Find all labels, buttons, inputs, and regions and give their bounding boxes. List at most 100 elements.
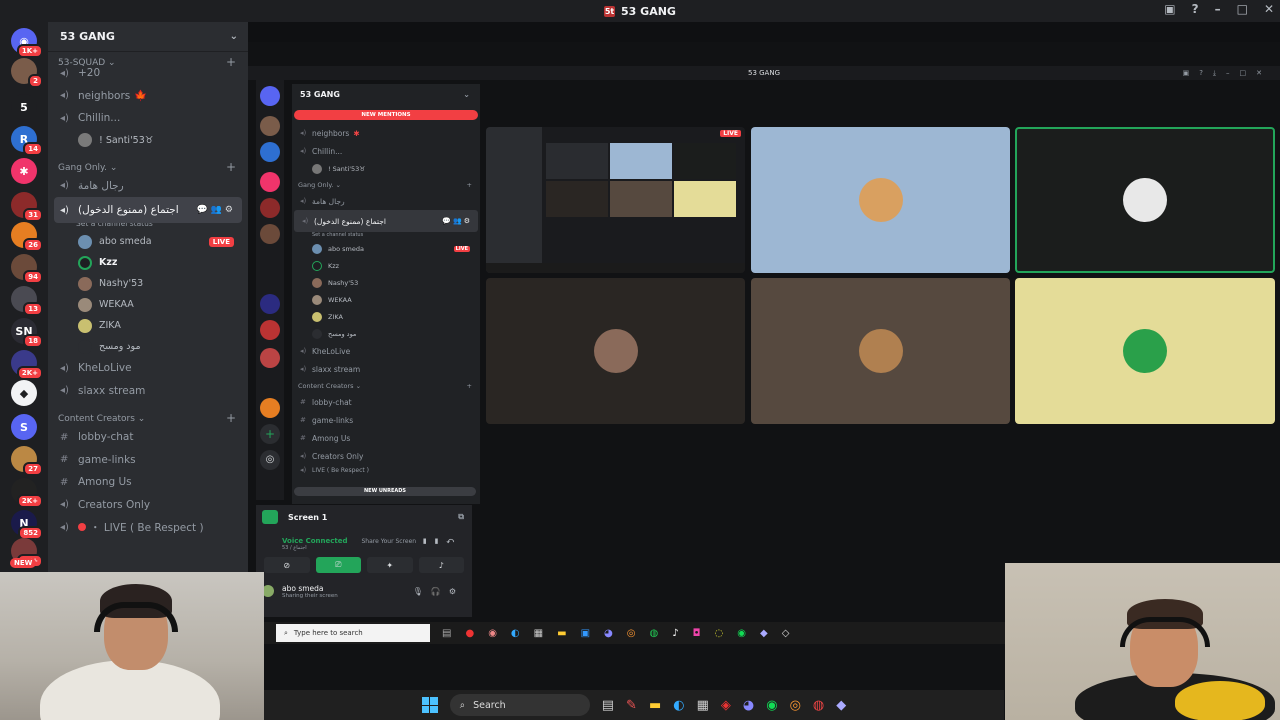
server-icon	[260, 294, 280, 314]
unread-badge: 1K+	[16, 44, 43, 58]
app-icon[interactable]: ◍	[813, 698, 824, 713]
add-channel-icon[interactable]: +	[226, 411, 236, 425]
hash-icon: #	[60, 454, 69, 466]
participant-tile[interactable]	[751, 278, 1010, 424]
speaker-icon: ◂)	[60, 90, 69, 102]
new-servers-pill[interactable]: NEW	[10, 558, 37, 568]
voice-user[interactable]: Kzz	[48, 252, 248, 273]
speaker-icon: ◂)	[60, 521, 69, 533]
server-glyph: 5	[20, 100, 28, 114]
server-icon[interactable]: 2K+	[11, 478, 43, 508]
server-icon[interactable]: 31	[11, 192, 43, 222]
app-icon[interactable]: ◈	[721, 698, 731, 713]
preview-cell	[674, 181, 736, 217]
server-icon[interactable]: SN 18	[11, 318, 43, 348]
server-icon[interactable]: 27	[11, 446, 43, 476]
os-search-box[interactable]: ⌕ Search	[449, 694, 590, 716]
stream-window-controls: ▣?⤓–□✕	[1182, 69, 1272, 77]
server-name: 53 GANG	[60, 30, 115, 43]
windows-start-icon[interactable]	[421, 697, 438, 713]
streamed-taskbar: ⌕ Type here to search ▤ ● ◉ ◐ ▦ ▬ ▣ ◕ ◎ …	[264, 622, 1006, 644]
voice-user[interactable]: مود ومسح	[48, 336, 248, 357]
app-icon[interactable]: ✎	[626, 698, 637, 713]
server-icon[interactable]: ✱	[11, 158, 37, 184]
voice-channel[interactable]: ◂) KheLoLive	[48, 357, 248, 380]
server-icon[interactable]: 2	[11, 58, 43, 88]
text-channel[interactable]: # game-links	[48, 449, 248, 472]
task-view-icon: ▤	[442, 627, 452, 639]
voice-user[interactable]: Nashy'53	[48, 273, 248, 294]
server-icon[interactable]: ◉ 1K+	[11, 28, 43, 58]
server-icon[interactable]: 26	[11, 222, 43, 252]
avatar	[312, 328, 322, 339]
server-icon	[260, 320, 280, 340]
avatar	[1123, 329, 1167, 373]
edge-icon[interactable]: ◐	[673, 698, 684, 713]
voice-channel[interactable]: ◂) Creators Only	[48, 494, 248, 517]
voice-user-name: Nashy'53	[99, 278, 144, 289]
speaker-icon: ◂)	[60, 180, 69, 192]
chrome-icon[interactable]: ◎	[790, 698, 801, 713]
folder-icon[interactable]: ▬	[649, 698, 661, 713]
server-header[interactable]: 53 GANG ⌄	[48, 22, 248, 52]
unread-badge: 18	[23, 334, 43, 348]
participant-tile[interactable]	[1015, 278, 1275, 424]
speaker-icon: ◂)	[300, 365, 307, 373]
close-button[interactable]: ✕	[1264, 2, 1274, 16]
server-icon	[260, 348, 280, 368]
avatar	[78, 234, 92, 249]
spotify-icon[interactable]: ◉	[766, 698, 777, 713]
task-view-icon[interactable]: ▤	[602, 698, 614, 713]
category-gang-only[interactable]: Gang Only. ⌄ +	[48, 157, 248, 175]
server-rail: ◉1K+ 25 R14 ✱ 31 26 94 13 SN18 2K+ ◆ S 27 2K+ N852 1K+	[0, 22, 48, 572]
search-icon: ⌕	[284, 628, 288, 637]
server-icon[interactable]: S	[11, 414, 37, 440]
app-icon: ▣	[580, 627, 591, 639]
participant-tile[interactable]	[1015, 127, 1275, 273]
server-icon[interactable]: 2K+	[11, 350, 43, 380]
voice-user[interactable]: abo smeda LIVE	[48, 231, 248, 252]
minimize-button[interactable]: –	[1215, 2, 1221, 16]
server-icon[interactable]: 94	[11, 254, 43, 284]
text-channel[interactable]: # Among Us	[48, 471, 248, 494]
voice-user[interactable]: WEKAA	[48, 294, 248, 315]
channel-actions[interactable]: 💬👥⚙	[197, 205, 236, 215]
server-icon[interactable]: R 14	[11, 126, 43, 156]
avatar	[78, 318, 92, 333]
server-icon[interactable]: 13	[11, 286, 43, 316]
text-channel[interactable]: # lobby-chat	[48, 426, 248, 449]
voice-channel[interactable]: ◂) neighbors 🍁	[48, 85, 248, 108]
voice-channel[interactable]: ◂) slaxx stream	[48, 380, 248, 403]
screen-share-tile[interactable]: LIVE	[486, 127, 745, 273]
discord-icon[interactable]: ◕	[743, 698, 754, 713]
voice-user[interactable]: ZIKA	[48, 315, 248, 336]
category-content-creators[interactable]: Content Creators ⌄ +	[48, 408, 248, 426]
add-channel-icon[interactable]: +	[226, 160, 236, 174]
voice-channel-active[interactable]: ◂) اجتماع (ممنوع الدخول) 💬👥⚙	[54, 197, 242, 223]
mirrored-channel: # game-links	[300, 415, 354, 425]
voice-user[interactable]: ! Santi'53♉	[48, 130, 248, 151]
voice-channel[interactable]: ◂) +20	[48, 62, 248, 85]
voice-channel[interactable]: ◂) ・ LIVE ( Be Respect )	[48, 516, 248, 539]
voice-channel[interactable]: ◂) رجال هامة	[48, 175, 248, 198]
mirrored-active-channel: ◂) اجتماع (ممنوع الدخول) 💬👥⚙	[294, 210, 478, 232]
inbox-icon[interactable]: ▣	[1164, 2, 1175, 16]
voice-user-list: abo smeda LIVE Kzz Nashy'53 WEKAA ZIKA مود ومس…	[48, 231, 248, 357]
mirrored-server-header: 53 GANG ⌄	[300, 90, 470, 99]
maximize-button[interactable]: □	[1237, 2, 1248, 16]
server-icon	[260, 116, 280, 136]
server-icon[interactable]: N 852	[11, 510, 43, 540]
user-panel: abo smeda Sharing their screen 🎙🎧⚙	[256, 577, 472, 605]
live-badge: LIVE	[208, 236, 234, 247]
screen-icon	[262, 510, 278, 524]
steam-icon[interactable]: ◆	[836, 698, 846, 713]
server-icon[interactable]: 5	[11, 94, 37, 120]
server-icon[interactable]: ◆	[11, 380, 37, 406]
participant-tile[interactable]	[486, 278, 745, 424]
participant-tile[interactable]	[751, 127, 1010, 273]
mirrored-user: Kzz	[292, 257, 480, 274]
help-icon[interactable]: ?	[1192, 2, 1199, 16]
store-icon[interactable]: ▦	[697, 698, 709, 713]
tiktok-icon: ♪	[672, 627, 679, 639]
voice-channel[interactable]: ◂) Chillin...	[48, 107, 248, 130]
